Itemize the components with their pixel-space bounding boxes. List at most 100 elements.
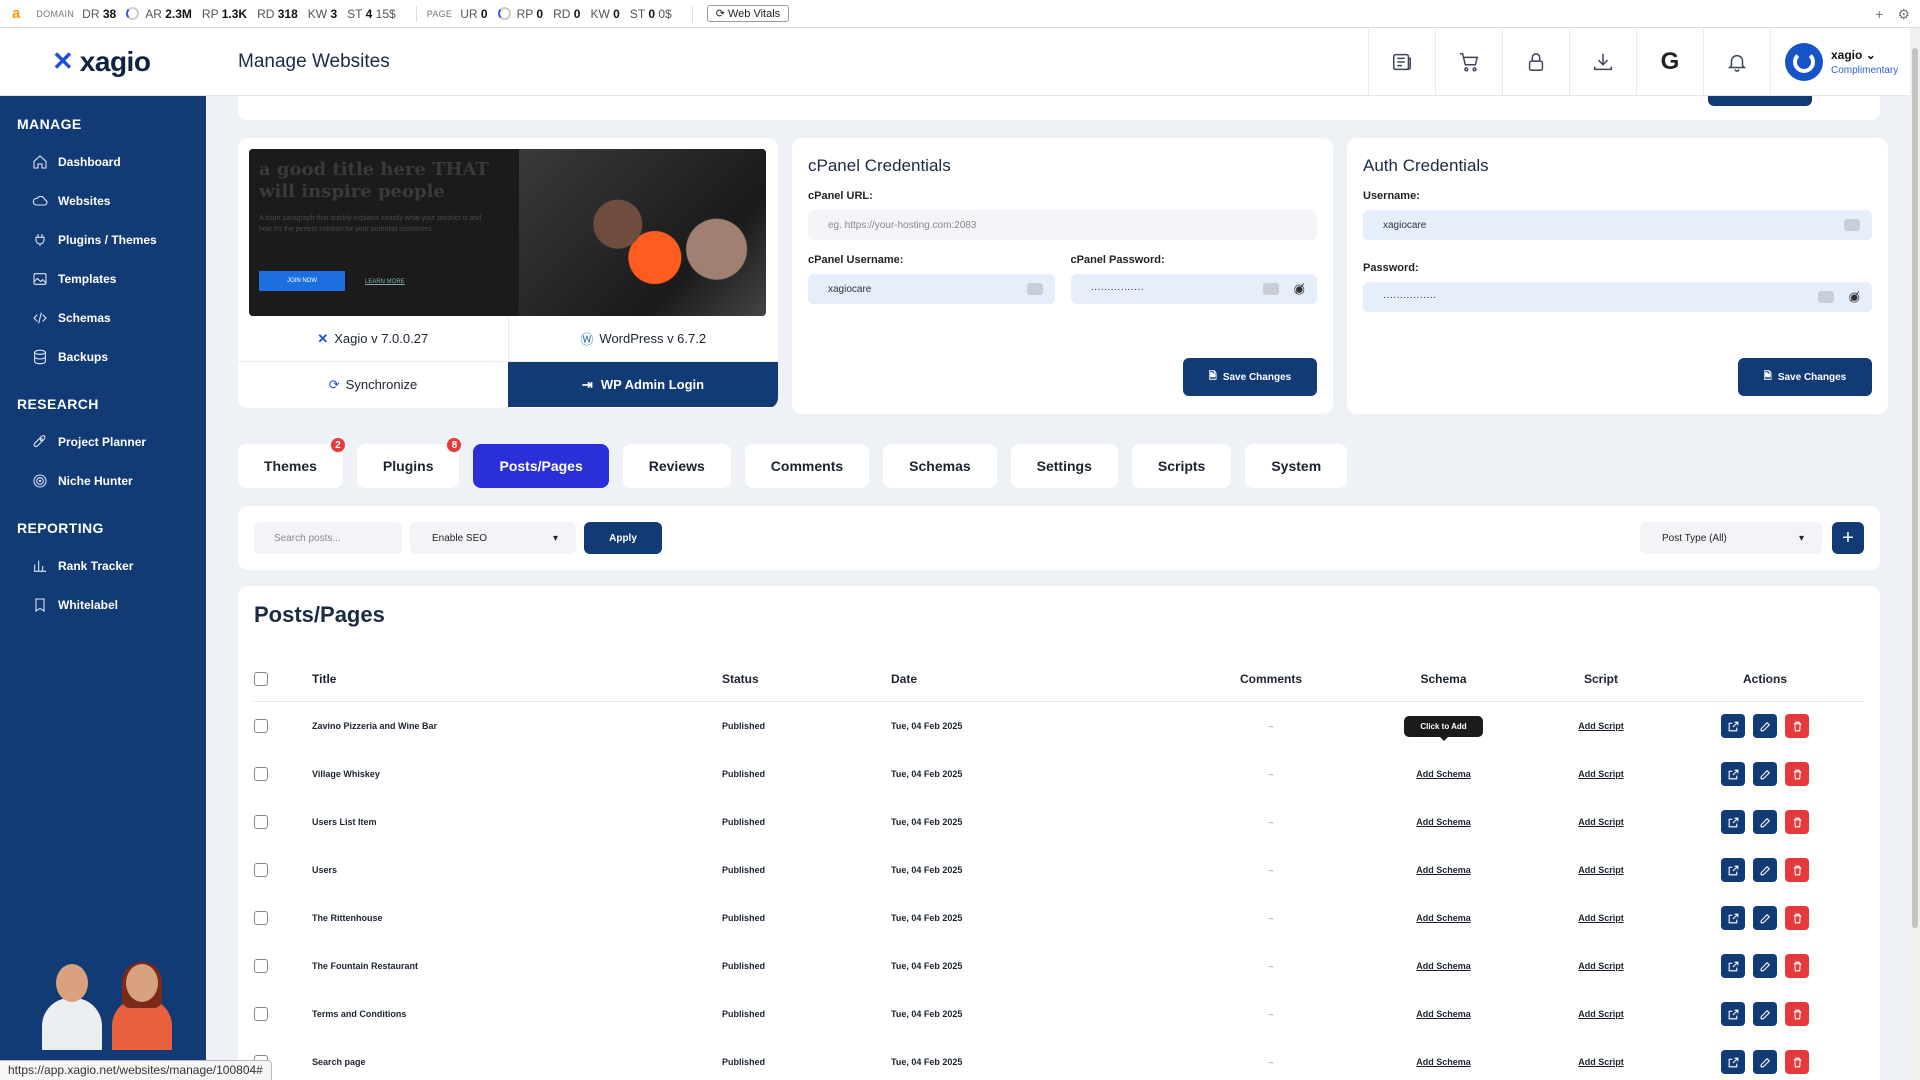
edit-icon[interactable] xyxy=(1753,810,1777,834)
add-schema-link[interactable]: Add Schema xyxy=(1416,865,1471,875)
row-checkbox[interactable] xyxy=(254,959,268,973)
row-checkbox[interactable] xyxy=(254,767,268,781)
open-external-icon[interactable] xyxy=(1721,810,1745,834)
col-date[interactable]: Date xyxy=(891,672,1191,686)
row-title[interactable]: Zavino Pizzeria and Wine Bar xyxy=(312,721,722,731)
col-status[interactable]: Status xyxy=(722,672,891,686)
add-script-link[interactable]: Add Script xyxy=(1578,913,1624,923)
site-header-button[interactable] xyxy=(1708,96,1812,106)
add-schema-link[interactable]: Add Schema xyxy=(1416,1009,1471,1019)
seo-extension-logo[interactable]: a xyxy=(12,5,20,22)
sidebar-item-niche-hunter[interactable]: Niche Hunter xyxy=(0,461,206,500)
row-title[interactable]: Users List Item xyxy=(312,817,722,827)
add-script-link[interactable]: Add Script xyxy=(1578,1057,1624,1067)
row-checkbox[interactable] xyxy=(254,815,268,829)
site-screenshot[interactable]: a good title here THAT will inspire peop… xyxy=(249,149,766,316)
seo-bulk-select[interactable]: Enable SEO ▾ xyxy=(410,522,576,554)
user-menu[interactable]: xagio ⌄ Complimentary xyxy=(1770,28,1910,96)
trash-icon[interactable] xyxy=(1785,858,1809,882)
wp-admin-login-button[interactable]: ⇥ WP Admin Login xyxy=(508,362,778,407)
edit-icon[interactable] xyxy=(1753,762,1777,786)
support-team-avatars[interactable] xyxy=(16,958,186,1050)
row-title[interactable]: Users xyxy=(312,865,722,875)
sidebar-item-templates[interactable]: Templates xyxy=(0,259,206,298)
tab-posts-pages[interactable]: Posts/Pages xyxy=(473,444,609,488)
open-external-icon[interactable] xyxy=(1721,1002,1745,1026)
cpanel-save-button[interactable]: 🗎 Save Changes xyxy=(1183,358,1317,396)
settings-icon[interactable]: ⚙ xyxy=(1897,6,1910,23)
schema-tooltip[interactable]: Click to Add xyxy=(1404,715,1483,741)
auth-username-input[interactable]: xagiocare xyxy=(1363,210,1872,240)
scrollbar-thumb[interactable] xyxy=(1912,48,1918,928)
add-schema-link[interactable]: Add Schema xyxy=(1416,961,1471,971)
add-script-link[interactable]: Add Script xyxy=(1578,865,1624,875)
tab-system[interactable]: System xyxy=(1245,444,1348,488)
row-title[interactable]: The Rittenhouse xyxy=(312,913,722,923)
google-icon[interactable]: G xyxy=(1636,28,1703,96)
download-icon[interactable] xyxy=(1569,28,1636,96)
open-external-icon[interactable] xyxy=(1721,1050,1745,1074)
open-external-icon[interactable] xyxy=(1721,954,1745,978)
sidebar-item-schemas[interactable]: Schemas xyxy=(0,298,206,337)
eye-slash-icon[interactable]: ◉̸ xyxy=(1849,289,1860,305)
sidebar-item-project-planner[interactable]: Project Planner xyxy=(0,422,206,461)
tab-settings[interactable]: Settings xyxy=(1010,444,1118,488)
page-scrollbar[interactable] xyxy=(1910,28,1920,1080)
add-schema-link[interactable]: Add Schema xyxy=(1416,1057,1471,1067)
row-checkbox[interactable] xyxy=(254,1007,268,1021)
eye-slash-icon[interactable]: ◉̸ xyxy=(1294,281,1305,297)
cpanel-password-input[interactable]: ················ ◉̸ xyxy=(1070,274,1317,304)
row-checkbox[interactable] xyxy=(254,863,268,877)
tab-scripts[interactable]: Scripts xyxy=(1131,444,1232,488)
open-external-icon[interactable] xyxy=(1721,906,1745,930)
trash-icon[interactable] xyxy=(1785,906,1809,930)
sidebar-item-plugins-themes[interactable]: Plugins / Themes xyxy=(0,220,206,259)
password-manager-icon[interactable] xyxy=(1263,283,1279,295)
search-posts-input[interactable]: Search posts... xyxy=(254,522,402,554)
add-schema-link[interactable]: Add Schema xyxy=(1416,817,1471,827)
auth-save-button[interactable]: 🗎 Save Changes xyxy=(1738,358,1872,396)
row-title[interactable]: Village Whiskey xyxy=(312,769,722,779)
apply-button[interactable]: Apply xyxy=(584,522,662,554)
cpanel-username-input[interactable]: xagiocare xyxy=(808,274,1055,304)
sidebar-item-rank-tracker[interactable]: Rank Tracker xyxy=(0,546,206,585)
add-icon[interactable]: + xyxy=(1875,6,1883,23)
trash-icon[interactable] xyxy=(1785,762,1809,786)
trash-icon[interactable] xyxy=(1785,810,1809,834)
add-script-link[interactable]: Add Script xyxy=(1578,961,1624,971)
tab-themes[interactable]: Themes 2 xyxy=(238,436,347,488)
row-title[interactable]: Search page xyxy=(312,1057,722,1067)
add-script-link[interactable]: Add Script xyxy=(1578,1009,1624,1019)
edit-icon[interactable] xyxy=(1753,714,1777,738)
password-manager-icon[interactable] xyxy=(1818,291,1834,303)
auth-password-input[interactable]: ················ ◉̸ xyxy=(1363,282,1872,312)
select-all-checkbox[interactable] xyxy=(254,671,268,686)
open-external-icon[interactable] xyxy=(1721,762,1745,786)
trash-icon[interactable] xyxy=(1785,1002,1809,1026)
add-script-link[interactable]: Add Script xyxy=(1578,769,1624,779)
row-checkbox[interactable] xyxy=(254,911,268,925)
edit-icon[interactable] xyxy=(1753,1050,1777,1074)
sidebar-item-backups[interactable]: Backups xyxy=(0,337,206,376)
sidebar-item-whitelabel[interactable]: Whitelabel xyxy=(0,585,206,624)
trash-icon[interactable] xyxy=(1785,1050,1809,1074)
col-title[interactable]: Title xyxy=(312,672,722,686)
trash-icon[interactable] xyxy=(1785,714,1809,738)
tab-reviews[interactable]: Reviews xyxy=(622,444,731,488)
post-type-select[interactable]: Post Type (All) ▾ xyxy=(1640,522,1822,554)
edit-icon[interactable] xyxy=(1753,954,1777,978)
add-post-button[interactable]: + xyxy=(1832,522,1864,554)
open-external-icon[interactable] xyxy=(1721,714,1745,738)
bell-icon[interactable] xyxy=(1703,28,1770,96)
open-external-icon[interactable] xyxy=(1721,858,1745,882)
add-script-link[interactable]: Add Script xyxy=(1578,721,1624,731)
tab-schemas[interactable]: Schemas xyxy=(883,444,997,488)
row-title[interactable]: The Fountain Restaurant xyxy=(312,961,722,971)
edit-icon[interactable] xyxy=(1753,858,1777,882)
web-vitals-button[interactable]: ⟳ Web Vitals xyxy=(706,5,790,22)
sidebar-item-dashboard[interactable]: Dashboard xyxy=(0,142,206,181)
row-checkbox[interactable] xyxy=(254,719,268,733)
password-manager-icon[interactable] xyxy=(1844,219,1860,231)
news-icon[interactable] xyxy=(1368,28,1435,96)
row-title[interactable]: Terms and Conditions xyxy=(312,1009,722,1019)
